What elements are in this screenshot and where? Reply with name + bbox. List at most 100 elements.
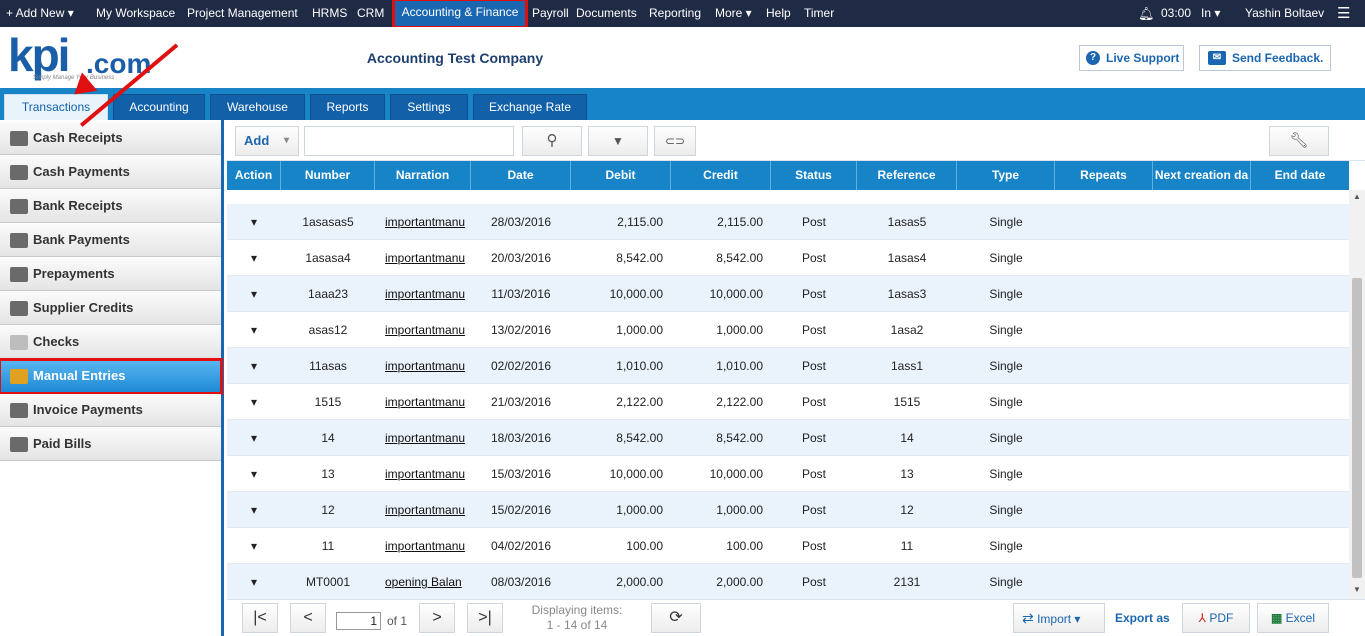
sidebar-item-supplier-credits[interactable]: Supplier Credits: [0, 292, 221, 325]
nav-timer[interactable]: Timer: [804, 0, 834, 27]
action-cell[interactable]: ▾: [227, 456, 281, 492]
status-cell: Post: [801, 215, 826, 229]
column-header-status[interactable]: Status: [771, 161, 857, 190]
narration-link[interactable]: importantmanu: [385, 312, 465, 348]
first-page-button[interactable]: |<: [242, 603, 278, 633]
bell-icon[interactable]: 🔔︎: [1138, 0, 1155, 27]
column-header-action[interactable]: Action: [227, 161, 281, 190]
sidebar-item-cash-payments[interactable]: Cash Payments: [0, 156, 221, 189]
narration-link[interactable]: importantmanu: [385, 348, 465, 384]
sidebar-item-manual-entries[interactable]: Manual Entries: [0, 358, 223, 395]
clock-time[interactable]: 03:00: [1161, 0, 1191, 27]
narration-link[interactable]: importantmanu: [385, 420, 465, 456]
column-header-debit[interactable]: Debit: [571, 161, 671, 190]
search-input[interactable]: [304, 126, 514, 156]
sidebar-item-prepayments[interactable]: Prepayments: [0, 258, 221, 291]
action-cell[interactable]: ▾: [227, 240, 281, 276]
scrollbar-thumb[interactable]: [1352, 278, 1362, 578]
column-header-end-date[interactable]: End date: [1251, 161, 1349, 190]
add-button[interactable]: Add ▾: [235, 126, 299, 156]
nav-help[interactable]: Help: [766, 0, 791, 27]
narration-link[interactable]: opening Balan: [385, 564, 465, 599]
action-cell[interactable]: ▾: [227, 420, 281, 456]
action-cell[interactable]: ▾: [227, 204, 281, 240]
table-row[interactable]: ▾ 14 importantmanu 18/03/2016 8,542.00 8,542.…: [227, 420, 1349, 456]
nav-my-workspace[interactable]: My Workspace: [96, 0, 175, 27]
column-header-number[interactable]: Number: [281, 161, 375, 190]
nav-hrms[interactable]: HRMS: [312, 0, 347, 27]
user-name[interactable]: Yashin Boltaev: [1245, 0, 1324, 27]
live-support-button[interactable]: ? Live Support: [1079, 45, 1184, 71]
table-row[interactable]: ▾ 1aaa23 importantmanu 11/03/2016 10,000.00 1…: [227, 276, 1349, 312]
sidebar-item-cash-receipts[interactable]: Cash Receipts: [0, 122, 221, 155]
column-header-type[interactable]: Type: [957, 161, 1055, 190]
action-cell[interactable]: ▾: [227, 348, 281, 384]
narration-link[interactable]: importantmanu: [385, 492, 465, 528]
action-cell[interactable]: ▾: [227, 492, 281, 528]
column-header-next-creation-date[interactable]: Next creation da: [1153, 161, 1251, 190]
column-header-narration[interactable]: Narration: [375, 161, 471, 190]
last-page-button[interactable]: >|: [467, 603, 503, 633]
export-pdf-button[interactable]: ⅄ PDF: [1182, 603, 1250, 633]
link-button[interactable]: ⊂⊃: [654, 126, 696, 156]
export-excel-button[interactable]: ▦ Excel: [1257, 603, 1329, 633]
add-new-menu[interactable]: + Add New ▾: [6, 0, 74, 27]
nav-crm[interactable]: CRM: [357, 0, 384, 27]
vertical-scrollbar[interactable]: ▲ ▼: [1349, 190, 1365, 599]
nav-accounting-finance[interactable]: Accounting & Finance: [392, 0, 528, 29]
narration-link[interactable]: importantmanu: [385, 384, 465, 420]
action-cell[interactable]: ▾: [227, 312, 281, 348]
table-row[interactable]: ▾ 1asasas5 importantmanu 28/03/2016 2,115.00…: [227, 204, 1349, 240]
tab-exchange-rate[interactable]: Exchange Rate: [473, 94, 587, 120]
scroll-up-arrow-icon[interactable]: ▲: [1353, 192, 1361, 201]
column-header-repeats[interactable]: Repeats: [1055, 161, 1153, 190]
action-cell[interactable]: ▾: [227, 564, 281, 599]
narration-link[interactable]: importantmanu: [385, 528, 465, 564]
table-row[interactable]: ▾ 12 importantmanu 15/02/2016 1,000.00 1,000.…: [227, 492, 1349, 528]
column-header-date[interactable]: Date: [471, 161, 571, 190]
table-row[interactable]: ▾ 1asasa4 importantmanu 20/03/2016 8,542.00 8…: [227, 240, 1349, 276]
table-row[interactable]: ▾ 13 importantmanu 15/03/2016 10,000.00 10,00…: [227, 456, 1349, 492]
narration-link[interactable]: importantmanu: [385, 240, 465, 276]
narration-link[interactable]: importantmanu: [385, 456, 465, 492]
nav-payroll[interactable]: Payroll: [532, 0, 569, 27]
column-header-credit[interactable]: Credit: [671, 161, 771, 190]
next-page-button[interactable]: >: [419, 603, 455, 633]
action-cell[interactable]: ▾: [227, 528, 281, 564]
send-feedback-button[interactable]: ✉ Send Feedback.: [1199, 45, 1331, 71]
filter-icon: ▼: [612, 134, 624, 148]
refresh-button[interactable]: ⟳: [651, 603, 701, 633]
previous-page-button[interactable]: <: [290, 603, 326, 633]
table-row[interactable]: ▾ asas12 importantmanu 13/02/2016 1,000.00 1,…: [227, 312, 1349, 348]
nav-reporting[interactable]: Reporting: [649, 0, 701, 27]
table-row[interactable]: ▾ MT0001 opening Balan 08/03/2016 2,000.00 2,…: [227, 564, 1349, 599]
sidebar-item-bank-payments[interactable]: Bank Payments: [0, 224, 221, 257]
tab-settings[interactable]: Settings: [390, 94, 468, 120]
in-menu[interactable]: In ▾: [1201, 0, 1220, 27]
tab-reports[interactable]: Reports: [310, 94, 385, 120]
sidebar-item-invoice-payments[interactable]: Invoice Payments: [0, 394, 221, 427]
search-button[interactable]: ⚲: [522, 126, 582, 156]
settings-button[interactable]: 🔧︎: [1269, 126, 1329, 156]
narration-link[interactable]: importantmanu: [385, 204, 465, 240]
sidebar-item-checks[interactable]: Checks: [0, 326, 221, 359]
nav-documents[interactable]: Documents: [576, 0, 637, 27]
table-row[interactable]: ▾ 1515 importantmanu 21/03/2016 2,122.00 2,12…: [227, 384, 1349, 420]
action-cell[interactable]: ▾: [227, 384, 281, 420]
scroll-down-arrow-icon[interactable]: ▼: [1353, 585, 1361, 594]
nav-more[interactable]: More ▾: [715, 0, 752, 27]
narration-link[interactable]: importantmanu: [385, 276, 465, 312]
tab-warehouse[interactable]: Warehouse: [210, 94, 305, 120]
filter-button[interactable]: ▼: [588, 126, 648, 156]
nav-project-management[interactable]: Project Management: [187, 0, 298, 27]
import-button[interactable]: ⇄ Import ▾: [1013, 603, 1105, 633]
column-header-reference[interactable]: Reference: [857, 161, 957, 190]
sidebar-item-bank-receipts[interactable]: Bank Receipts: [0, 190, 221, 223]
table-row[interactable]: ▾ 11 importantmanu 04/02/2016 100.00 100.00 Po…: [227, 528, 1349, 564]
action-cell[interactable]: ▾: [227, 276, 281, 312]
sidebar-item-paid-bills[interactable]: Paid Bills: [0, 428, 221, 461]
menu-icon[interactable]: ☰: [1337, 0, 1350, 27]
page-number-input[interactable]: 1: [336, 612, 381, 630]
tab-accounting[interactable]: Accounting: [113, 94, 205, 120]
table-row[interactable]: ▾ 11asas importantmanu 02/02/2016 1,010.00 1,…: [227, 348, 1349, 384]
